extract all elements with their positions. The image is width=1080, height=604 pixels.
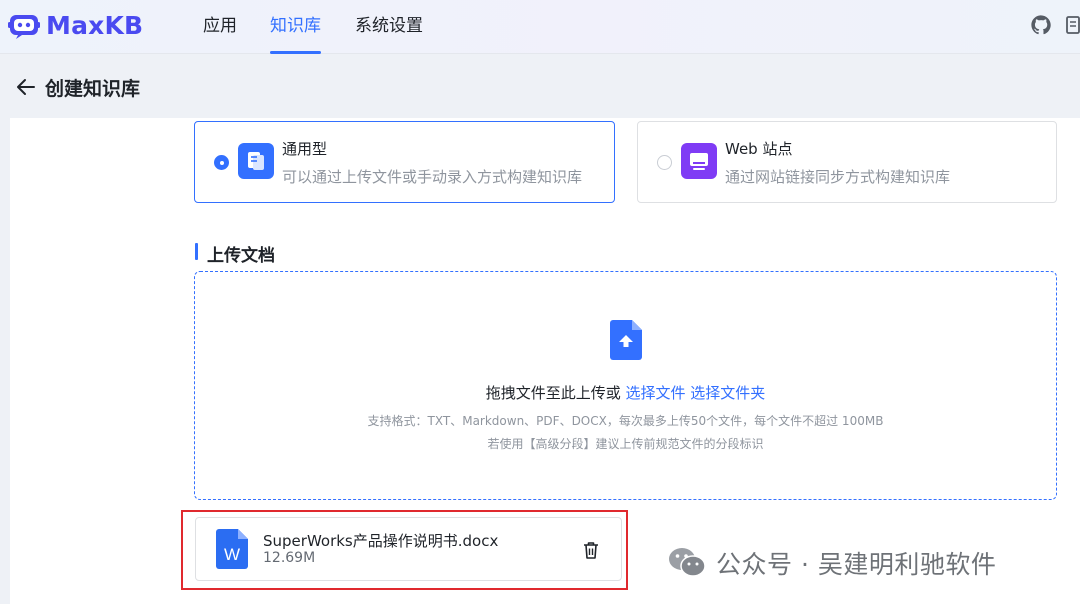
radio-web[interactable] — [657, 155, 672, 170]
nav-apps[interactable]: 应用 — [203, 0, 237, 54]
file-size: 12.69M — [263, 550, 316, 566]
type-title-web: Web 站点 — [725, 140, 793, 158]
word-file-icon: W — [216, 529, 248, 569]
word-letter: W — [224, 545, 240, 564]
page-title: 创建知识库 — [45, 78, 141, 100]
upload-dropzone[interactable]: 拖拽文件至此上传或 选择文件 选择文件夹 支持格式：TXT、Markdown、P… — [194, 271, 1057, 500]
type-desc-general: 可以通过上传文件或手动录入方式构建知识库 — [282, 168, 583, 186]
doc-icon[interactable] — [1066, 14, 1080, 36]
watermark-text: 公众号 · 吴建明利驰软件 — [716, 550, 997, 579]
watermark: 公众号 · 吴建明利驰软件 — [668, 545, 996, 581]
monitor-icon — [681, 143, 717, 179]
back-arrow-icon[interactable] — [16, 78, 36, 96]
type-card-web[interactable]: Web 站点 通过网站链接同步方式构建知识库 — [637, 121, 1057, 203]
select-folder-link[interactable]: 选择文件夹 — [690, 384, 765, 402]
nav-settings[interactable]: 系统设置 — [355, 0, 423, 54]
file-name: SuperWorks产品操作说明书.docx — [263, 532, 499, 550]
top-bar: MaxKB 应用 知识库 系统设置 — [0, 0, 1080, 54]
uploaded-file-card: W SuperWorks产品操作说明书.docx 12.69M — [195, 517, 622, 581]
drop-instruction: 拖拽文件至此上传或 — [485, 384, 621, 402]
segment-hint: 若使用【高级分段】建议上传前规范文件的分段标识 — [487, 437, 764, 451]
radio-general[interactable] — [214, 155, 229, 170]
format-hint: 支持格式：TXT、Markdown、PDF、DOCX，每次最多上传50个文件，每… — [367, 414, 884, 428]
type-card-general[interactable]: 通用型 可以通过上传文件或手动录入方式构建知识库 — [194, 121, 615, 203]
delete-icon[interactable] — [583, 541, 599, 559]
select-file-link[interactable]: 选择文件 — [625, 384, 685, 402]
robot-logo-icon — [8, 14, 40, 39]
type-title-general: 通用型 — [282, 140, 328, 158]
doc-stack-icon — [238, 143, 274, 179]
upload-section-title: 上传文档 — [195, 241, 275, 266]
upload-file-icon — [610, 320, 642, 360]
nav-knowledge[interactable]: 知识库 — [270, 0, 321, 54]
dropzone-text: 拖拽文件至此上传或 选择文件 选择文件夹 — [195, 382, 1056, 403]
app-logo[interactable]: MaxKB — [8, 11, 143, 40]
github-icon[interactable] — [1030, 14, 1052, 36]
wechat-icon — [669, 548, 706, 577]
type-desc-web: 通过网站链接同步方式构建知识库 — [725, 168, 951, 186]
app-name: MaxKB — [46, 11, 144, 40]
